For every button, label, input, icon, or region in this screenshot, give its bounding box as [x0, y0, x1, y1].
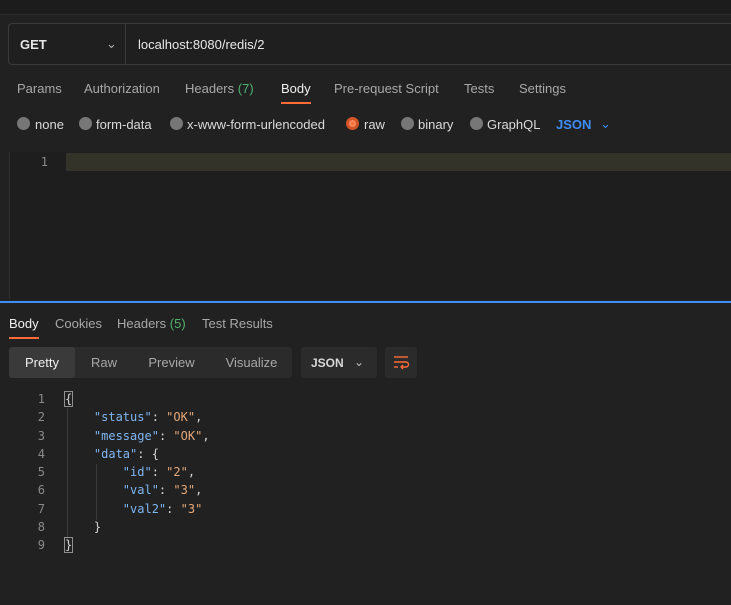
line-number: 6	[37, 483, 45, 497]
request-tabs: Params Authorization Headers (7) Body Pr…	[0, 78, 731, 106]
json-line-val: "val": "3",	[122, 483, 203, 497]
tab-tests[interactable]: Tests	[464, 81, 494, 96]
radio-none[interactable]	[17, 117, 30, 130]
view-visualize-button[interactable]: Visualize	[214, 347, 289, 378]
current-line-highlight	[66, 153, 731, 171]
line-number: 2	[37, 410, 45, 424]
option-none-label: none	[35, 117, 64, 132]
wrap-lines-icon	[394, 356, 410, 370]
line-number: 8	[37, 520, 45, 534]
option-urlencoded-label: x-www-form-urlencoded	[187, 117, 325, 132]
url-input[interactable]: localhost:8080/redis/2	[138, 37, 264, 52]
chevron-down-icon: ⌄	[106, 36, 117, 51]
tab-body[interactable]: Body	[281, 81, 311, 104]
line-number: 3	[37, 429, 45, 443]
line-number: 4	[37, 447, 45, 461]
wrap-lines-button[interactable]	[385, 347, 417, 378]
window-top-bar	[0, 0, 731, 15]
radio-binary[interactable]	[401, 117, 414, 130]
pane-divider[interactable]	[0, 301, 731, 303]
chevron-down-icon[interactable]: ⌄	[600, 116, 611, 132]
response-tab-cookies[interactable]: Cookies	[55, 316, 102, 331]
response-tab-body[interactable]: Body	[9, 316, 39, 339]
response-tabs: Body Cookies Headers (5) Test Results	[0, 313, 731, 339]
view-pretty-button[interactable]: Pretty	[9, 347, 75, 378]
json-line-id: "id": "2",	[122, 465, 196, 479]
json-line-data: "data": {	[93, 447, 159, 461]
request-body-editor[interactable]: 1	[9, 152, 731, 299]
response-format-select[interactable]: JSON ⌄	[301, 347, 377, 378]
line-number: 9	[37, 538, 45, 552]
json-close-brace: }	[63, 537, 74, 553]
radio-form-data[interactable]	[79, 117, 92, 130]
chevron-down-icon: ⌄	[354, 355, 365, 369]
radio-raw[interactable]	[346, 117, 359, 130]
response-headers-count: (5)	[169, 316, 186, 331]
editor-line-number: 1	[40, 155, 48, 169]
json-line-status: "status": "OK",	[93, 410, 203, 424]
response-json-viewer[interactable]: 1 2 3 4 5 6 7 8 9 { "status": "OK", "mes…	[0, 390, 731, 560]
body-format-select[interactable]: JSON	[556, 117, 591, 132]
line-number: 1	[37, 392, 45, 406]
radio-x-www-form-urlencoded[interactable]	[170, 117, 183, 130]
response-tab-test-results[interactable]: Test Results	[202, 316, 273, 331]
option-form-data-label: form-data	[96, 117, 152, 132]
line-number: 7	[37, 502, 45, 516]
option-raw-label: raw	[364, 117, 385, 132]
radio-graphql[interactable]	[470, 117, 483, 130]
method-label: GET	[20, 37, 47, 52]
response-view-switcher: Pretty Raw Preview Visualize	[9, 347, 292, 378]
headers-count: (7)	[237, 81, 254, 96]
tab-pre-request-script[interactable]: Pre-request Script	[334, 81, 439, 96]
response-format-label: JSON	[311, 356, 344, 370]
tab-params[interactable]: Params	[17, 81, 62, 96]
tab-settings[interactable]: Settings	[519, 81, 566, 96]
method-select[interactable]: GET ⌄	[9, 24, 126, 64]
option-binary-label: binary	[418, 117, 454, 132]
view-raw-button[interactable]: Raw	[79, 347, 129, 378]
response-tab-headers[interactable]: Headers (5)	[117, 316, 186, 331]
json-open-brace: {	[63, 391, 74, 407]
body-type-options: none form-data x-www-form-urlencoded raw…	[0, 113, 731, 137]
tab-headers[interactable]: Headers (7)	[185, 81, 254, 96]
json-line-message: "message": "OK",	[93, 429, 210, 443]
view-preview-button[interactable]: Preview	[134, 347, 209, 378]
request-url-bar: GET ⌄ localhost:8080/redis/2	[8, 23, 731, 65]
json-line-val2: "val2": "3"	[122, 502, 203, 516]
json-close-data-brace: }	[93, 520, 102, 534]
tab-authorization[interactable]: Authorization	[84, 81, 160, 96]
option-graphql-label: GraphQL	[487, 117, 541, 132]
line-number: 5	[37, 465, 45, 479]
